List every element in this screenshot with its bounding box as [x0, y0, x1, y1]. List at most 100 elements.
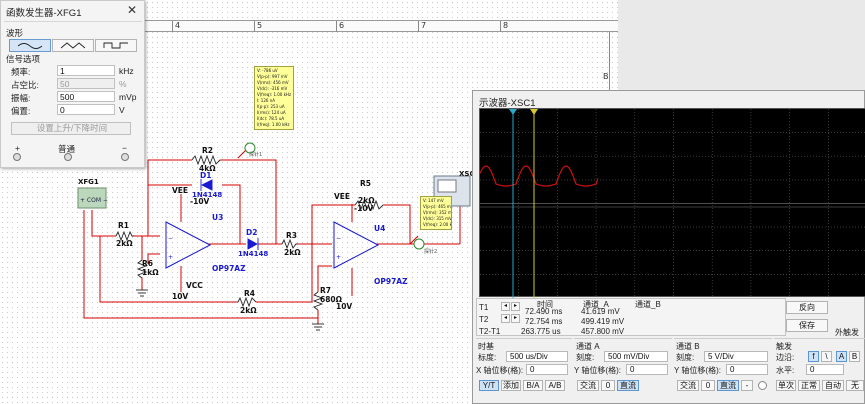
- close-icon[interactable]: ✕: [127, 3, 137, 17]
- d2-label[interactable]: D2: [246, 228, 257, 237]
- square-wave-icon: [103, 42, 128, 49]
- cursor-t1-handle[interactable]: [509, 109, 517, 115]
- channel-b-minus-button[interactable]: -: [741, 380, 753, 391]
- duty-cycle-field[interactable]: 50: [57, 78, 115, 89]
- r5-label[interactable]: R5: [360, 179, 371, 188]
- common-terminal[interactable]: [64, 153, 72, 161]
- trigger-level-field[interactable]: 0: [806, 364, 844, 375]
- channel-b-ypos-field[interactable]: 0: [726, 364, 768, 375]
- u3-model: OP97AZ: [212, 264, 246, 273]
- ab-mode-button[interactable]: A/B: [545, 380, 565, 391]
- channel-b-dc-button[interactable]: 直流: [717, 380, 739, 391]
- ba-mode-button[interactable]: B/A: [523, 380, 543, 391]
- t2-right-arrow[interactable]: ▸: [511, 314, 520, 323]
- channel-a-ac-button[interactable]: 交流: [577, 380, 599, 391]
- single-trigger-button[interactable]: 单次: [776, 380, 796, 391]
- reverse-button[interactable]: 反向: [786, 301, 828, 314]
- vee2-value: -10V: [354, 204, 374, 213]
- diff-channel-a: 457.800 mV: [581, 327, 625, 336]
- d1-label[interactable]: D1: [200, 171, 211, 180]
- xfg1-label[interactable]: XFG1: [78, 178, 99, 186]
- r6-label[interactable]: R6: [142, 259, 153, 268]
- r5-value: 2kΩ: [358, 196, 375, 205]
- trigger-panel: 触发 边沿: f \ A B 水平: 0 单次 正常 自动 无: [774, 338, 865, 402]
- none-trigger-button[interactable]: 无: [846, 380, 864, 391]
- channel-b-ac-button[interactable]: 交流: [677, 380, 699, 391]
- r1-label[interactable]: R1: [118, 221, 129, 230]
- d2-model: 1N4148: [238, 250, 269, 258]
- oscilloscope-screen[interactable]: [479, 108, 865, 298]
- channel-a-title: 通道 A: [576, 342, 600, 351]
- square-wave-button[interactable]: [95, 39, 137, 52]
- trigger-title: 触发: [776, 342, 792, 351]
- channel-b-terminal[interactable]: [758, 381, 767, 390]
- x-position-label: X 轴位移(格):: [476, 366, 524, 375]
- save-button[interactable]: 保存: [786, 319, 828, 332]
- trigger-source-b-button[interactable]: B: [849, 351, 860, 362]
- vee2-label[interactable]: VEE: [334, 192, 350, 201]
- t1-time: 72.490 ms: [525, 307, 563, 316]
- auto-trigger-button[interactable]: 自动: [822, 380, 844, 391]
- channel-a-trace: [479, 165, 599, 187]
- amplitude-field[interactable]: 500: [57, 91, 115, 102]
- r7-label[interactable]: R7: [320, 286, 331, 295]
- t1-right-arrow[interactable]: ▸: [511, 302, 520, 311]
- add-mode-button[interactable]: 添加: [501, 380, 521, 391]
- channel-a-scale-field[interactable]: 500 mV/Div: [604, 351, 668, 362]
- offset-label: 偏置:: [11, 106, 31, 116]
- triangle-wave-button[interactable]: [52, 39, 94, 52]
- r4-value: 2kΩ: [240, 306, 257, 315]
- rising-edge-button[interactable]: f: [808, 351, 819, 362]
- row-diff-label: T2-T1: [479, 327, 501, 336]
- oscilloscope-window[interactable]: 示波器-XSC1 时间 通道_A 通道_B T1 ◂ ▸ 72.490 ms 4…: [472, 90, 865, 404]
- x-position-field[interactable]: 0: [526, 364, 568, 375]
- cursor-t2-handle[interactable]: [530, 109, 538, 115]
- channel-b-zero-button[interactable]: 0: [701, 380, 715, 391]
- cursor-readout-table: 时间 通道_A 通道_B T1 ◂ ▸ 72.490 ms 41.619 mV …: [476, 298, 786, 336]
- vcc2-value: 10V: [336, 302, 353, 311]
- trigger-source-a-button[interactable]: A: [836, 351, 847, 362]
- probe-reading: V(freq): 2.00 kHz: [423, 222, 452, 227]
- row-t2-label: T2: [479, 315, 489, 324]
- channel-b-ypos-label: Y 轴位移(格):: [674, 366, 721, 375]
- channel-a-ypos-label: Y 轴位移(格):: [574, 366, 621, 375]
- channel-a-ypos-field[interactable]: 0: [626, 364, 668, 375]
- r3-label[interactable]: R3: [286, 231, 297, 240]
- probe2-label[interactable]: 探针2: [424, 248, 437, 255]
- offset-unit[interactable]: V: [119, 105, 125, 115]
- frequency-unit[interactable]: kHz: [119, 66, 134, 76]
- r2-label[interactable]: R2: [202, 146, 213, 155]
- normal-trigger-button[interactable]: 正常: [798, 380, 820, 391]
- channel-a-dc-button[interactable]: 直流: [617, 380, 639, 391]
- plus-terminal[interactable]: [13, 153, 21, 161]
- vee1-label[interactable]: VEE: [172, 186, 188, 195]
- rise-fall-time-button[interactable]: 设置上升/下降时间: [11, 122, 131, 135]
- t1-left-arrow[interactable]: ◂: [501, 302, 510, 311]
- r4-label[interactable]: R4: [244, 289, 255, 298]
- timebase-scale-field[interactable]: 500 us/Div: [506, 351, 568, 362]
- u4-label[interactable]: U4: [374, 224, 385, 233]
- falling-edge-button[interactable]: \: [821, 351, 832, 362]
- probe1-label[interactable]: 探针1: [249, 151, 262, 158]
- channel-b-scale-label: 刻度:: [676, 353, 695, 362]
- window-title: 函数发生器-XFG1: [6, 8, 82, 19]
- channel-b-scale-field[interactable]: 5 V/Div: [704, 351, 768, 362]
- u3-label[interactable]: U3: [212, 213, 223, 222]
- r6-value: 1kΩ: [142, 268, 159, 277]
- yt-mode-button[interactable]: Y/T: [479, 380, 499, 391]
- timebase-panel: 时基 标度: 500 us/Div X 轴位移(格): 0 Y/T 添加 B/A…: [476, 338, 572, 402]
- channel-a-zero-button[interactable]: 0: [601, 380, 615, 391]
- waveform-label: 波形: [6, 28, 24, 38]
- probe2-readings-box: V: 147 mV V(p-p): 465 mV V(rms): 352 mV …: [420, 196, 452, 230]
- vcc1-label[interactable]: VCC: [186, 281, 203, 290]
- svg-text:−: −: [168, 235, 173, 242]
- frequency-label: 频率:: [11, 67, 31, 77]
- offset-field[interactable]: 0: [57, 104, 115, 115]
- sine-wave-button[interactable]: [9, 39, 51, 52]
- minus-terminal[interactable]: [121, 153, 129, 161]
- vcc1-value: 10V: [172, 292, 189, 301]
- frequency-field[interactable]: 1: [57, 65, 115, 76]
- amplitude-unit[interactable]: mVp: [119, 92, 136, 102]
- function-generator-window[interactable]: 函数发生器-XFG1 ✕ 波形 信号选项 频率: 1 kHz 占空比: 50 %…: [0, 0, 145, 168]
- t2-left-arrow[interactable]: ◂: [501, 314, 510, 323]
